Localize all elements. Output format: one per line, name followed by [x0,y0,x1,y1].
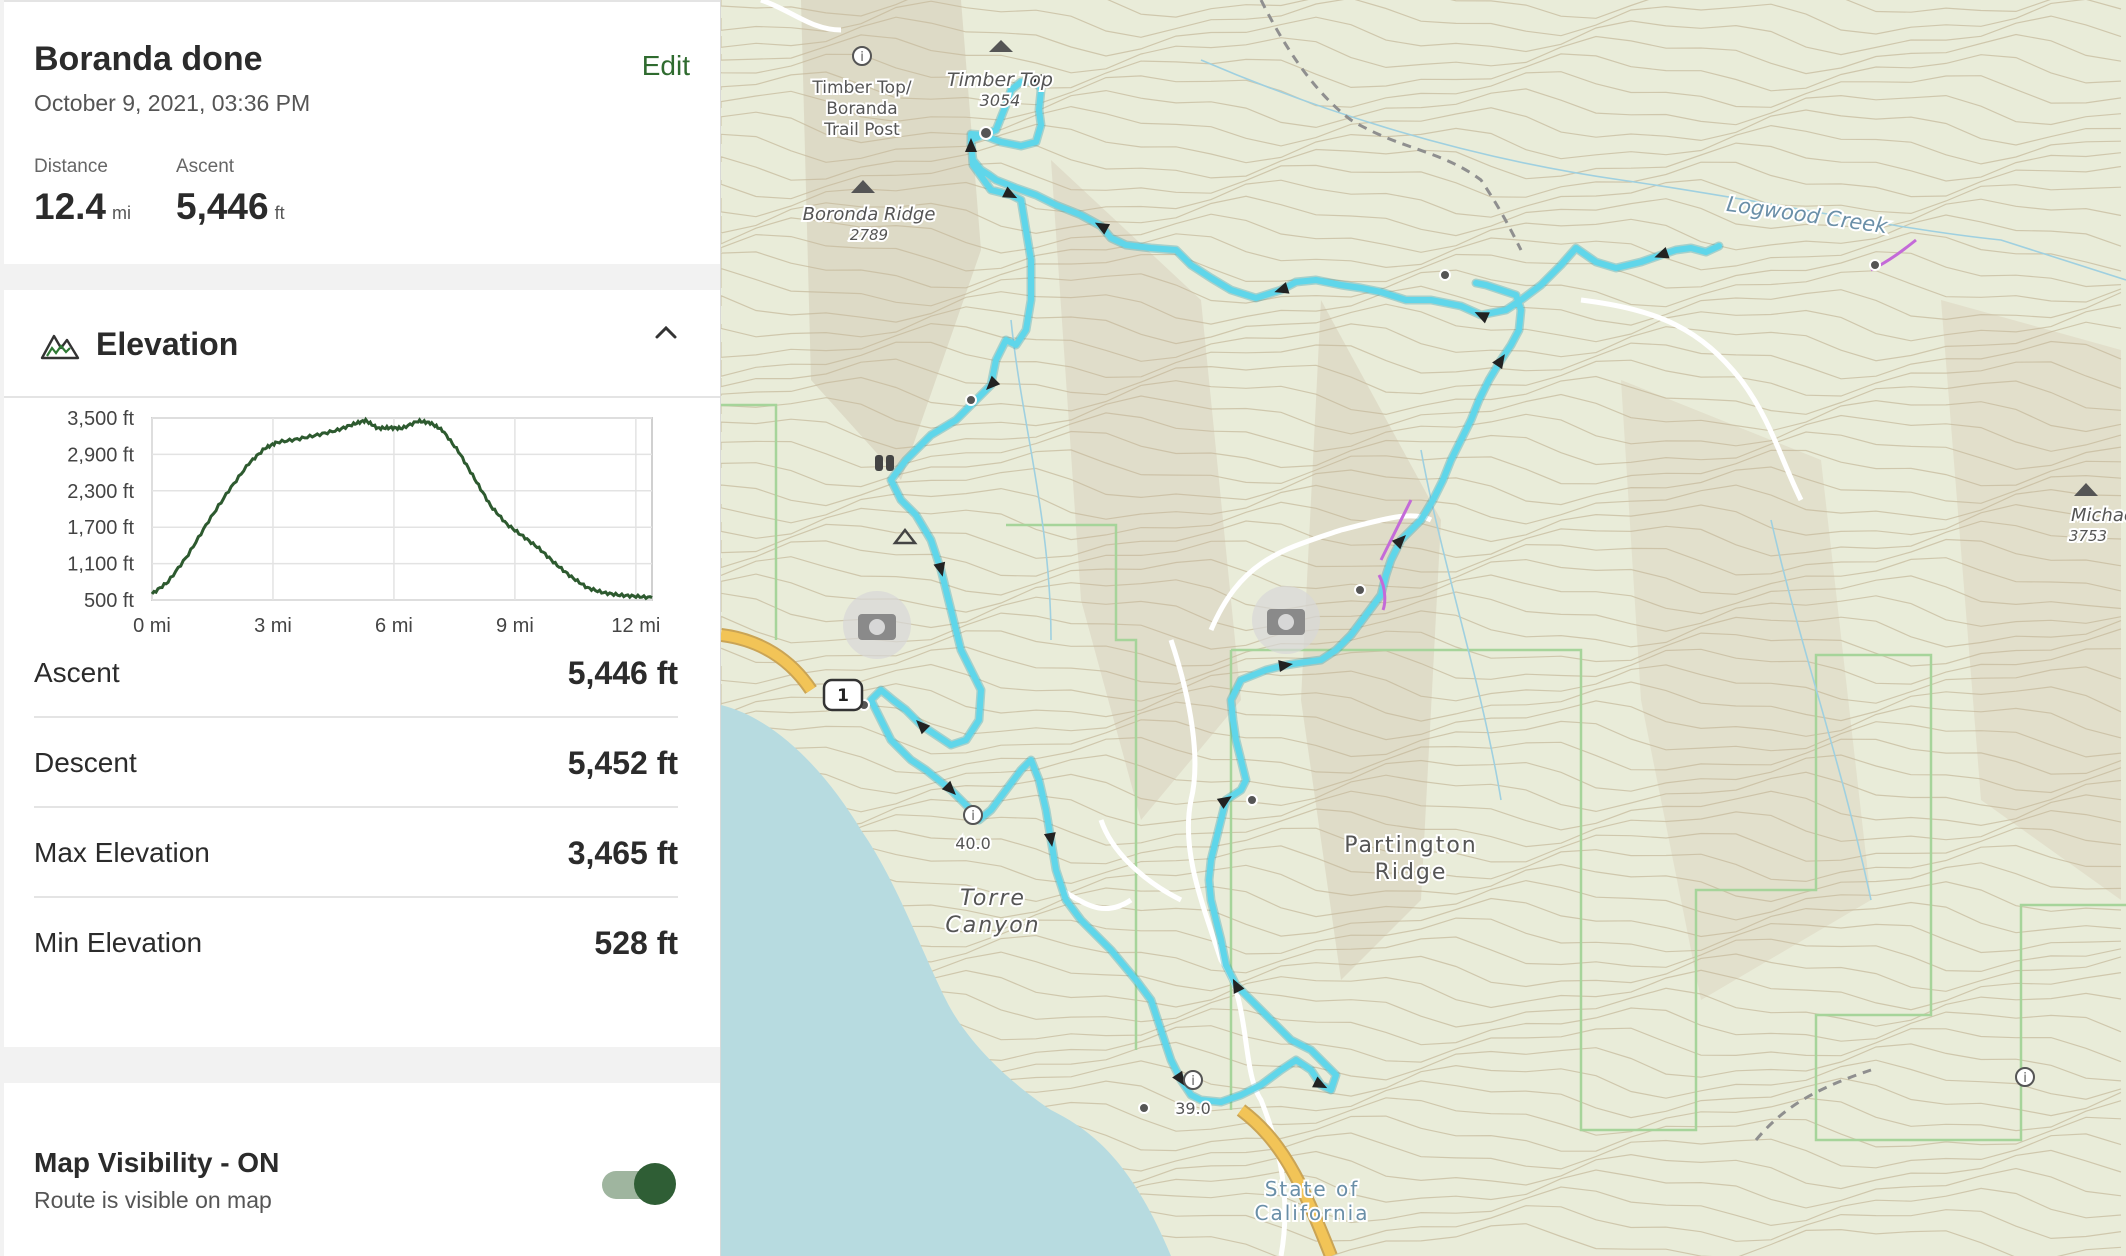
timber-top-elevation: 3054 [980,91,1021,110]
svg-text:i: i [1191,1074,1195,1089]
svg-text:i: i [971,809,975,824]
y-tick-label: 3,500 ft [67,408,134,430]
elevation-line [150,416,653,601]
chevron-up-icon[interactable] [654,324,678,340]
edit-button[interactable]: Edit [642,50,690,82]
topo-map[interactable]: i i i i 1 Timber Top 3054 Timber Top/ Bo… [721,0,2126,1256]
stat-row: Min Elevation 528 ft [34,897,678,986]
distance-unit: mi [112,203,132,223]
info-icon[interactable]: i [852,46,872,66]
trail-post-label-3: Trail Post [823,120,900,140]
state-label-1: State of [1265,1177,1360,1201]
stat-label: Max Elevation [34,837,210,868]
stat-row: Descent 5,452 ft [34,717,678,808]
mountain-icon [40,334,80,360]
mile-marker-39: 39.0 [1175,1099,1211,1118]
camera-icon[interactable] [1252,586,1320,654]
route-date: October 9, 2021, 03:36 PM [34,90,311,116]
torre-canyon-label-1: Torre [960,886,1026,911]
stat-label: Min Elevation [34,927,203,958]
torre-canyon-label-2: Canyon [945,913,1040,938]
info-icon[interactable]: i [2015,1067,2035,1087]
visibility-title: Map Visibility - ON [34,1147,280,1178]
stat-row: Max Elevation 3,465 ft [34,807,678,898]
visibility-subtitle: Route is visible on map [34,1187,272,1213]
y-tick-label: 1,100 ft [67,554,134,576]
y-tick-label: 2,900 ft [67,444,134,466]
michaels-hill-label: Michaels Hi [2071,505,2126,526]
elevation-card: Elevation 3,500 ft 2,900 ft 2,300 ft 1,700 … [4,290,720,1047]
distance-stat: Distance 12.4 mi [34,156,131,228]
highway-1-shield: 1 [822,678,864,712]
distance-label: Distance [34,156,108,177]
elevation-section-header[interactable]: Elevation [4,290,720,398]
timber-top-label: Timber Top [947,69,1053,91]
michaels-hill-elevation: 3753 [2069,527,2107,545]
elevation-title: Elevation [96,326,239,362]
stat-label: Ascent [34,657,120,688]
partington-ridge-label-1: Partington [1344,833,1477,858]
info-icon[interactable]: i [1183,1070,1203,1090]
ascent-value: 5,446 [176,186,269,227]
stat-row: Ascent 5,446 ft [34,627,678,718]
stat-value: 5,452 ft [567,745,678,781]
y-tick-label: 1,700 ft [67,517,134,539]
state-label-2: California [1255,1201,1370,1225]
trail-post-label-1: Timber Top/ [811,78,911,98]
map-visibility-toggle[interactable] [602,1163,676,1207]
stat-label: Descent [34,747,137,778]
y-tick-label: 500 ft [84,590,134,612]
stat-value: 3,465 ft [567,835,678,871]
ascent-label: Ascent [176,156,235,177]
ascent-unit: ft [274,203,285,223]
elevation-chart: 3,500 ft 2,900 ft 2,300 ft 1,700 ft 1,100 ft… [67,408,660,637]
info-icon[interactable]: i [963,805,983,825]
trail-post-label-2: Boranda [826,99,897,119]
stat-value: 5,446 ft [567,655,678,691]
mile-marker-40: 40.0 [955,834,991,853]
y-tick-label: 2,300 ft [67,481,134,503]
svg-text:i: i [860,50,864,65]
route-title: Boranda done [34,40,263,78]
svg-text:1: 1 [837,686,849,706]
route-header-card: Boranda done October 9, 2021, 03:36 PM E… [4,0,720,264]
camera-icon[interactable] [843,591,911,659]
partington-ridge-label-2: Ridge [1375,860,1448,885]
distance-value: 12.4 [34,186,107,227]
stat-value: 528 ft [594,925,678,961]
svg-text:i: i [2023,1071,2027,1086]
route-details-panel: Boranda done October 9, 2021, 03:36 PM E… [0,0,721,1256]
map-visibility-card: Map Visibility - ON Route is visible on … [4,1083,720,1256]
boronda-ridge-label: Boronda Ridge [803,204,936,225]
chart-frame [151,417,653,601]
boronda-ridge-elevation: 2789 [850,226,888,244]
ascent-stat: Ascent 5,446 ft [176,156,285,228]
